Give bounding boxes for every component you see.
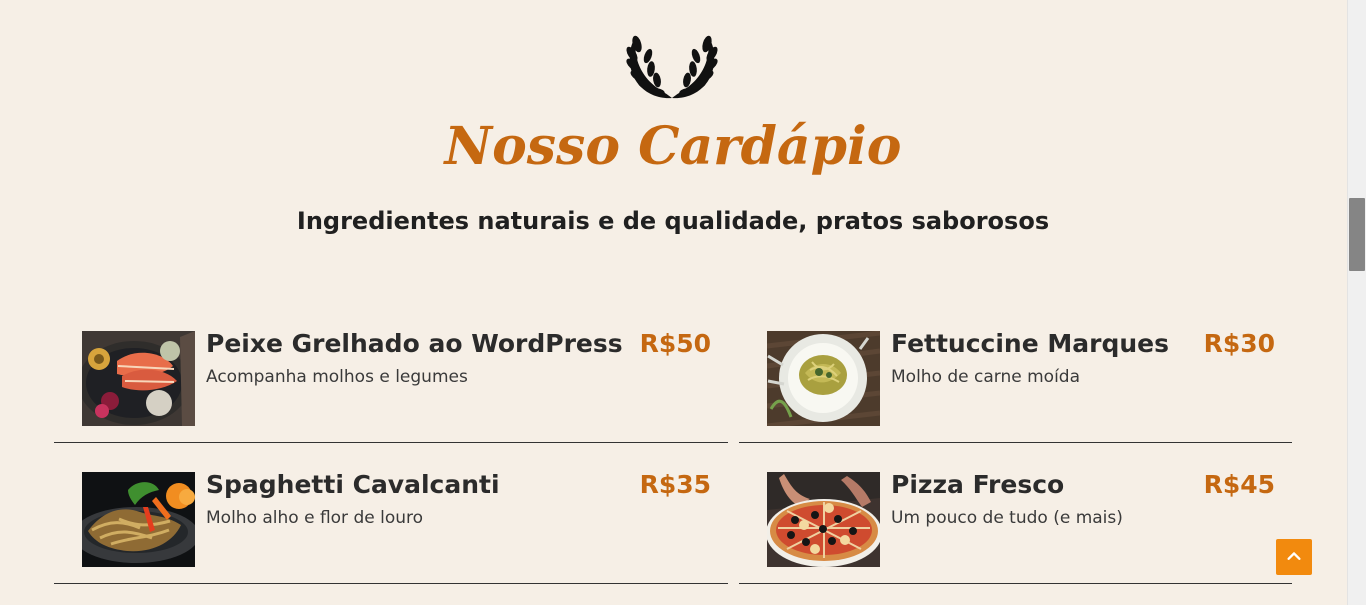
grilled-fish-image [82, 331, 195, 426]
menu-item-name: Spaghetti Cavalcanti [206, 470, 500, 499]
menu-item-description: Acompanha molhos e legumes [206, 367, 468, 387]
scrollbar-thumb[interactable] [1349, 198, 1365, 271]
vertical-scrollbar[interactable] [1347, 0, 1366, 605]
menu-item-name: Fettuccine Marques [891, 329, 1169, 358]
page-title: Nosso Cardápio [444, 116, 902, 177]
menu-item-price: R$45 [1203, 470, 1275, 499]
menu-divider [54, 442, 728, 443]
menu-page: Nosso Cardápio Ingredientes naturais e d… [0, 0, 1366, 605]
menu-item-price: R$35 [639, 470, 711, 499]
menu-item-description: Um pouco de tudo (e mais) [891, 508, 1123, 528]
menu-item-description: Molho alho e flor de louro [206, 508, 424, 528]
chevron-up-icon [1287, 552, 1301, 560]
menu-item-name: Peixe Grelhado ao WordPress [206, 329, 623, 358]
menu-item-description: Molho de carne moída [891, 367, 1081, 387]
menu-item-grilled-fish: Peixe Grelhado ao WordPress Acompanha mo… [54, 331, 728, 443]
menu-item-fettuccine: Fettuccine Marques Molho de carne moída … [739, 331, 1292, 443]
laurel-wreath-icon [626, 35, 718, 99]
menu-item-price: R$30 [1203, 329, 1275, 358]
menu-item-pizza: Pizza Fresco Um pouco de tudo (e mais) R… [739, 472, 1292, 584]
page-subtitle: Ingredientes naturais e de qualidade, pr… [296, 207, 1050, 235]
spaghetti-image [82, 472, 195, 567]
menu-divider [739, 583, 1292, 584]
fettuccine-image [767, 331, 880, 426]
menu-divider [739, 442, 1292, 443]
back-to-top-button[interactable] [1276, 539, 1312, 575]
menu-item-price: R$50 [639, 329, 711, 358]
pizza-image [767, 472, 880, 567]
menu-divider [54, 583, 728, 584]
menu-item-name: Pizza Fresco [891, 470, 1065, 499]
menu-item-spaghetti: Spaghetti Cavalcanti Molho alho e flor d… [54, 472, 728, 584]
